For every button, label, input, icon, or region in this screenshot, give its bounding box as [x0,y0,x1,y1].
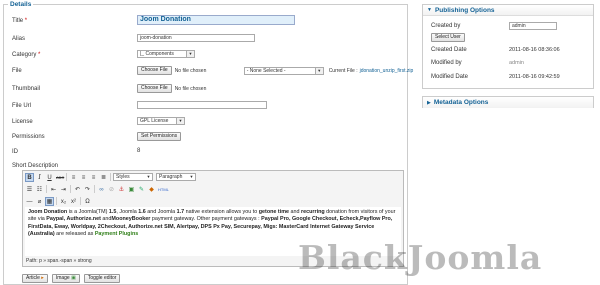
align-center-icon[interactable]: ≡ [79,173,88,182]
created-by-label: Created by [431,22,461,29]
created-date-value[interactable]: 2011-08-16 08:36:06 [509,47,560,53]
image-button[interactable]: Image ▣ [51,274,80,283]
remove-format-icon[interactable]: ⌀ [35,197,44,206]
chevron-down-icon: ▼ [314,67,323,74]
id-value: 8 [137,148,141,154]
anchor-icon[interactable]: ⚓ [117,185,126,194]
editor-toolbar-row-2: ☰ ☷ ⇤ ⇥ ↶ ↷ ∞ ⊘ ⚓ ▣ ✎ ◆ HTML [25,184,169,194]
bullet-list-icon[interactable]: ☰ [25,185,34,194]
unlink-icon[interactable]: ⊘ [107,185,116,194]
modified-date-value[interactable]: 2011-08-16 09:42:59 [509,74,560,80]
editor-toolbar-row-1: B I U ABC ≡ ≡ ≡ ≣ Styles ▼ Paragraph ▼ [25,172,198,182]
visual-aid-icon[interactable]: ▦ [45,196,54,206]
set-permissions-button[interactable]: Set Permissions [137,132,182,141]
redo-icon[interactable]: ↷ [83,185,92,194]
expand-triangle-icon: ▶ [427,99,431,106]
modified-by-value: admin [509,59,524,66]
chevron-down-icon: ▼ [146,174,151,179]
alias-label: Alias [12,35,26,42]
styles-select[interactable]: Styles ▼ [113,173,153,181]
undo-icon[interactable]: ↶ [73,185,82,194]
html-icon[interactable]: HTML [157,185,169,194]
omega-icon[interactable]: Ω [83,197,92,206]
editor-buttons: Article ▸ Image ▣ Toggle editor [22,274,121,283]
created-by-input[interactable]: admin [509,22,557,30]
collapse-triangle-icon: ▼ [427,7,432,13]
underline-icon[interactable]: U [45,173,54,182]
chevron-down-icon: ▼ [189,174,194,179]
file-label: File [12,67,22,74]
thumbnail-no-file-text: No file chosen [174,85,207,92]
file-url-label: File Url [12,102,31,109]
id-label: ID [12,148,18,155]
chevron-down-icon: ▼ [186,51,194,57]
file-choose-button[interactable]: Choose File [137,66,172,75]
subscript-icon[interactable]: x₂ [59,197,68,206]
modified-by-label: Modified by [431,59,462,66]
title-input[interactable]: Joom Donation [137,15,295,25]
code-icon[interactable]: ◆ [147,185,156,194]
article-button[interactable]: Article ▸ [22,274,48,283]
superscript-icon[interactable]: x² [69,197,78,206]
license-label: License [12,118,33,125]
file-url-input[interactable] [137,101,267,109]
bold-icon[interactable]: B [25,172,34,182]
horizontal-rule-icon[interactable]: — [25,197,34,206]
image-icon[interactable]: ▣ [127,185,136,194]
outdent-icon[interactable]: ⇤ [49,185,58,194]
italic-icon[interactable]: I [35,173,44,182]
permissions-label: Permissions [12,133,45,140]
select-user-button[interactable]: Select User [431,33,465,42]
thumbnail-choose-button[interactable]: Choose File [137,84,172,93]
strikethrough-icon[interactable]: ABC [55,173,64,182]
chevron-down-icon: ▼ [176,118,184,124]
modified-date-label: Modified Date [431,73,469,80]
metadata-options-header[interactable]: ▶ Metadata Options [423,97,593,108]
align-justify-icon[interactable]: ≣ [99,173,108,182]
numbered-list-icon[interactable]: ☷ [35,185,44,194]
metadata-options-panel: ▶ Metadata Options [422,96,594,108]
details-legend: Details [8,1,34,8]
title-label: Title [12,17,24,24]
category-select[interactable]: |_ Components ▼ [137,50,195,58]
cleanup-icon[interactable]: ✎ [137,185,146,194]
alias-input[interactable]: joom-donation [137,34,255,42]
file-no-file-text: No file chosen [174,67,207,74]
editor-toolbar-row-3: — ⌀ ▦ x₂ x² Ω [25,196,92,206]
publishing-options-header[interactable]: ▼ Publishing Options [423,5,593,16]
align-left-icon[interactable]: ≡ [69,173,78,182]
thumbnail-label: Thumbnail [12,85,41,92]
category-label: Category [12,51,37,58]
align-right-icon[interactable]: ≡ [89,173,98,182]
editor-path: Path: p » span.-span » strong [26,258,92,264]
publishing-options-panel: ▼ Publishing Options Created by admin Se… [422,4,594,89]
indent-icon[interactable]: ⇥ [59,185,68,194]
watermark-logo: BlackJoomla [298,238,543,277]
created-date-label: Created Date [431,46,467,53]
link-icon[interactable]: ∞ [97,185,106,194]
current-file-link[interactable]: jdonation_unzip_first.zip [360,68,414,74]
license-select[interactable]: GPL License ▼ [137,117,185,125]
format-select[interactable]: Paragraph ▼ [156,173,196,181]
toggle-editor-button[interactable]: Toggle editor [83,274,121,283]
file-existing-select[interactable]: - None Selected - ▼ [243,66,324,75]
current-file-label: Current File : [328,67,358,74]
short-desc-label: Short Description [12,162,59,169]
